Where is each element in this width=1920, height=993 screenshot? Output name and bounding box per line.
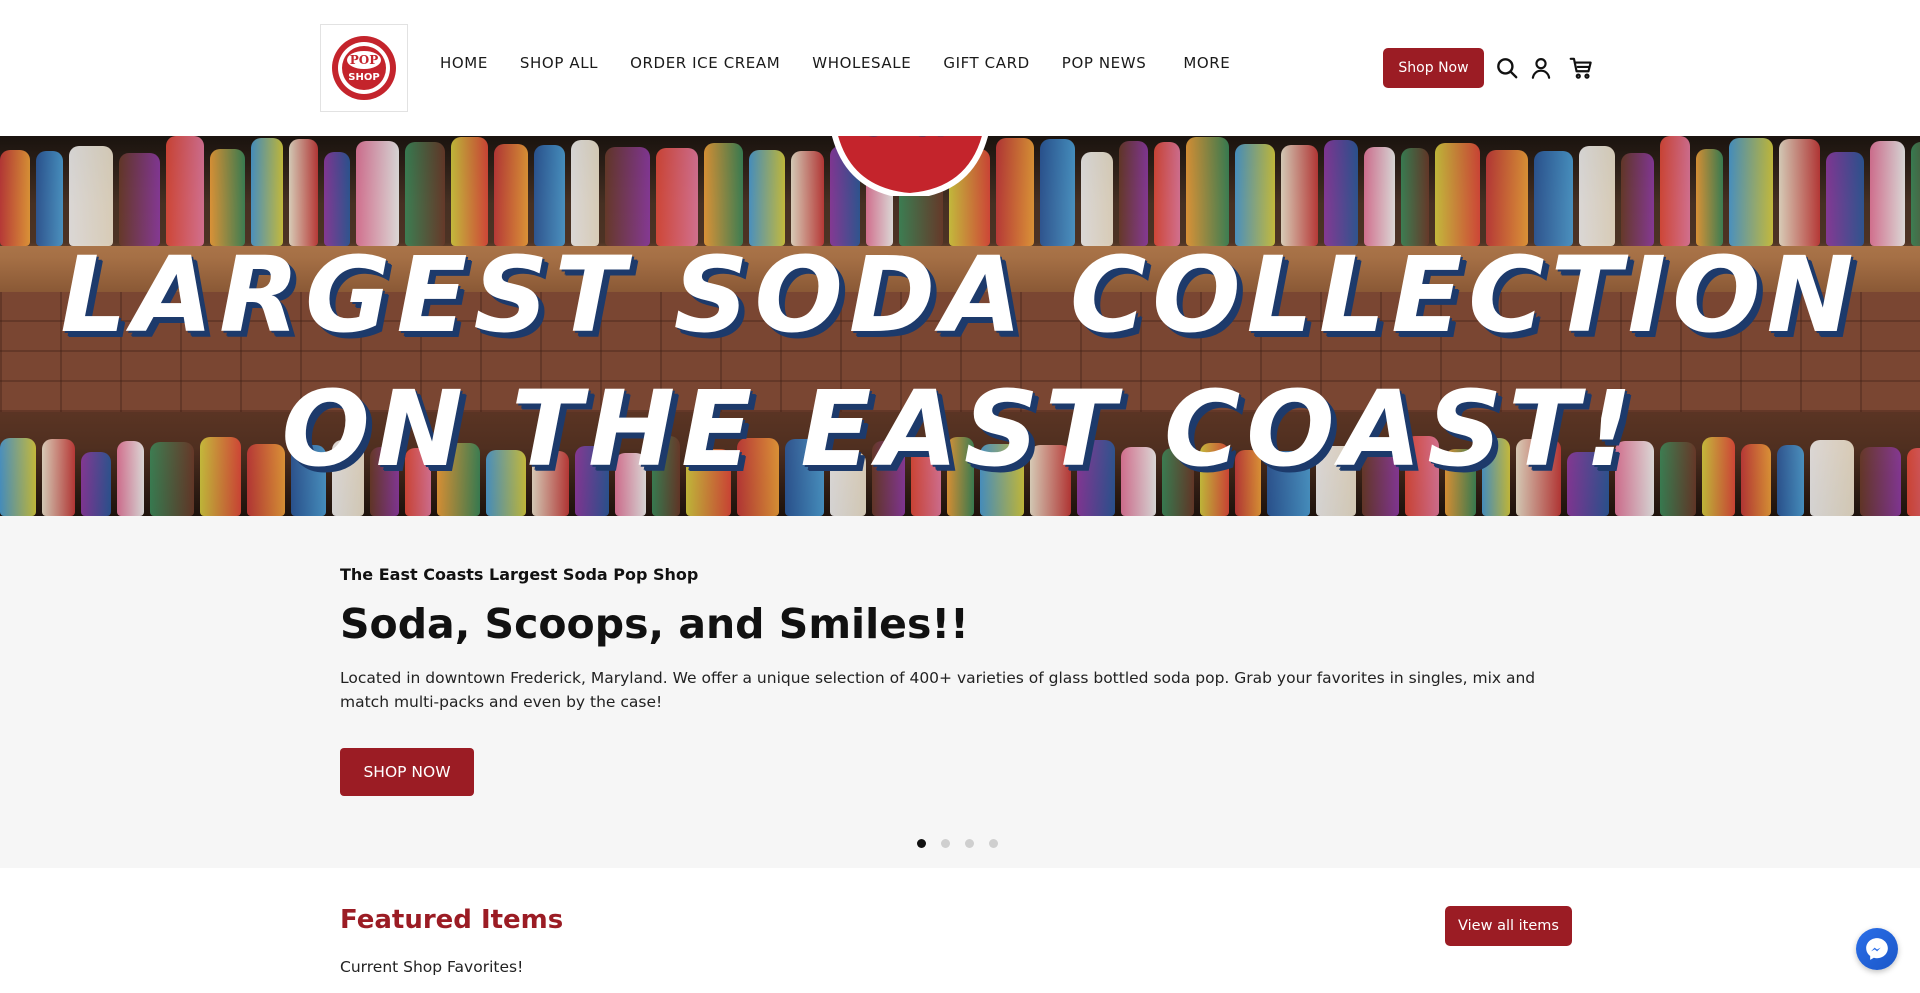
soda-bottle xyxy=(1486,150,1528,246)
soda-bottle xyxy=(36,151,63,246)
soda-bottle xyxy=(1621,153,1654,246)
hero-shop-now-button[interactable]: SHOP NOW xyxy=(340,748,474,796)
soda-bottle xyxy=(1870,141,1905,246)
site-header: POP SHOP HOME SHOP ALL ORDER ICE CREAM W… xyxy=(0,0,1920,136)
hero-title: Soda, Scoops, and Smiles!! xyxy=(340,600,969,648)
view-all-items-button[interactable]: View all items xyxy=(1445,906,1572,946)
banner-headline-line1: LARGEST SODA COLLECTION xyxy=(60,234,1860,356)
soda-bottle xyxy=(571,140,599,246)
slide-dot[interactable] xyxy=(917,839,926,848)
soda-bottle xyxy=(1081,152,1113,246)
slide-dot[interactable] xyxy=(989,839,998,848)
soda-bottle xyxy=(1401,148,1429,246)
soda-bottle xyxy=(1435,143,1480,246)
nav-order-ice-cream[interactable]: ORDER ICE CREAM xyxy=(630,54,780,72)
soda-bottle xyxy=(405,142,445,246)
bottle-cap-logo-icon: SHOP xyxy=(831,136,989,196)
messenger-chat-button[interactable] xyxy=(1856,928,1898,970)
main-nav: HOME SHOP ALL ORDER ICE CREAM WHOLESALE … xyxy=(440,54,1262,72)
nav-more[interactable]: MORE xyxy=(1183,54,1230,72)
site-logo[interactable]: POP SHOP xyxy=(320,24,408,112)
slide-dot[interactable] xyxy=(941,839,950,848)
banner-headline-line2: ON THE EAST COAST! xyxy=(281,368,1639,490)
soda-bottle xyxy=(1364,147,1395,246)
nav-pop-news[interactable]: POP NEWS xyxy=(1062,54,1147,72)
soda-bottle xyxy=(704,143,743,246)
hero-banner-image[interactable]: SHOP LARGEST SODA COLLECTION ON THE EAST… xyxy=(0,136,1920,516)
soda-bottle xyxy=(324,152,350,246)
soda-bottle xyxy=(1324,140,1358,246)
search-icon[interactable] xyxy=(1494,55,1520,81)
messenger-icon xyxy=(1866,938,1888,960)
soda-bottle xyxy=(451,137,488,246)
soda-bottle xyxy=(1186,137,1229,246)
nav-gift-card[interactable]: GIFT CARD xyxy=(943,54,1029,72)
soda-bottle xyxy=(1534,151,1573,246)
header-shop-now-button[interactable]: Shop Now xyxy=(1383,48,1484,88)
nav-home[interactable]: HOME xyxy=(440,54,488,72)
hero-description: Located in downtown Frederick, Maryland.… xyxy=(340,669,1536,711)
soda-bottle xyxy=(1119,141,1148,246)
soda-bottle xyxy=(289,139,318,246)
soda-bottle xyxy=(534,145,565,246)
soda-bottle xyxy=(1235,144,1275,246)
svg-text:POP: POP xyxy=(350,53,379,67)
soda-bottle xyxy=(996,138,1034,246)
soda-bottle xyxy=(210,149,245,246)
account-icon[interactable] xyxy=(1528,55,1554,81)
soda-bottle xyxy=(1040,139,1075,246)
soda-bottle xyxy=(356,141,399,246)
nav-wholesale[interactable]: WHOLESALE xyxy=(812,54,911,72)
soda-bottle xyxy=(494,144,528,246)
soda-bottle xyxy=(749,150,785,246)
soda-bottle xyxy=(1826,152,1864,246)
hero-section: The East Coasts Largest Soda Pop Shop So… xyxy=(0,516,1920,868)
soda-bottle xyxy=(0,150,30,246)
svg-text:SHOP: SHOP xyxy=(348,72,379,83)
soda-bottle xyxy=(1729,138,1773,246)
soda-bottle xyxy=(1579,146,1615,246)
soda-bottle xyxy=(1696,149,1723,246)
soda-bottle xyxy=(1281,145,1318,246)
soda-bottle xyxy=(166,136,204,246)
soda-bottle xyxy=(251,138,283,246)
slideshow-dots xyxy=(917,839,1013,848)
featured-title: Featured Items xyxy=(340,905,564,935)
soda-bottle xyxy=(1779,139,1820,246)
soda-bottle xyxy=(656,148,698,246)
slide-dot[interactable] xyxy=(965,839,974,848)
svg-text:SHOP: SHOP xyxy=(863,136,957,144)
pop-shop-logo-icon: POP SHOP xyxy=(332,36,396,100)
nav-shop-all[interactable]: SHOP ALL xyxy=(520,54,598,72)
soda-bottle xyxy=(1154,142,1180,246)
soda-bottle xyxy=(119,153,160,246)
soda-bottle xyxy=(69,146,113,246)
soda-bottle xyxy=(1660,136,1690,246)
featured-subtitle: Current Shop Favorites! xyxy=(340,958,524,976)
hero-eyebrow: The East Coasts Largest Soda Pop Shop xyxy=(340,565,699,584)
soda-bottle xyxy=(1911,142,1920,246)
cart-icon[interactable] xyxy=(1568,55,1594,81)
soda-bottle xyxy=(605,147,650,246)
